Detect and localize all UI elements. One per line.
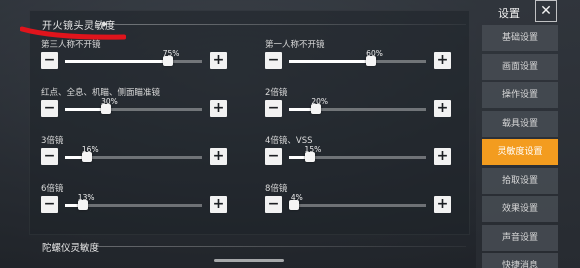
slider-fill: [289, 60, 372, 63]
sensitivity-setting: 4倍镜、VSS −15% +: [265, 134, 455, 174]
sensitivity-setting: 第一人称不开镜 − 60% +: [265, 38, 455, 78]
slider-percent: 16%: [81, 145, 99, 154]
sensitivity-setting: 红点、全息、机瞄、侧面瞄准镜 −30% +: [41, 86, 231, 126]
gyro-section-title: 陀螺仪灵敏度: [42, 243, 100, 254]
sensitivity-setting: 2倍镜 − 20% +: [265, 86, 455, 126]
setting-label: 3倍镜: [41, 136, 64, 146]
setting-label: 6倍镜: [41, 184, 64, 194]
increase-button[interactable]: +: [434, 52, 451, 69]
slider-percent: 30%: [101, 97, 118, 106]
nav-item[interactable]: 拾取设置: [482, 167, 558, 194]
slider-fill: [65, 60, 168, 63]
setting-label: 2倍镜: [265, 88, 288, 98]
decrease-button[interactable]: −: [265, 196, 282, 213]
sensitivity-slider[interactable]: [289, 104, 426, 114]
nav-item[interactable]: 载具设置: [482, 110, 558, 137]
nav-item[interactable]: 画面设置: [482, 53, 558, 80]
decrease-button[interactable]: −: [41, 52, 58, 69]
nav-title: 设置: [498, 7, 520, 20]
sensitivity-slider[interactable]: [289, 200, 426, 210]
sensitivity-slider[interactable]: [65, 152, 202, 162]
nav-item[interactable]: 声音设置: [482, 224, 558, 251]
decrease-button[interactable]: −: [265, 148, 282, 165]
decrease-button[interactable]: −: [41, 196, 58, 213]
decrease-button[interactable]: −: [265, 52, 282, 69]
slider-percent: 13%: [77, 193, 95, 202]
nav-item[interactable]: 快捷消息: [482, 253, 558, 268]
gyro-section-divider: [96, 246, 466, 247]
scroll-indicator[interactable]: [214, 259, 284, 262]
nav-item[interactable]: 基础设置: [482, 25, 558, 51]
sensitivity-setting: 第三人称不开镜 − 75% +: [41, 38, 231, 78]
increase-button[interactable]: +: [434, 100, 451, 117]
slider-percent: 4%: [290, 193, 303, 202]
slider-fill: [65, 108, 107, 111]
slider-percent: 15%: [304, 145, 322, 154]
slider-percent: 60%: [366, 49, 383, 58]
increase-button[interactable]: +: [210, 196, 227, 213]
increase-button[interactable]: +: [434, 148, 451, 165]
setting-label: 8倍镜: [265, 184, 288, 194]
setting-label: 第一人称不开镜: [265, 40, 325, 50]
nav-item[interactable]: 效果设置: [482, 196, 558, 222]
slider-percent: 20%: [311, 97, 329, 106]
sensitivity-slider[interactable]: [65, 104, 202, 114]
sensitivity-setting: 8倍镜 −4% +: [265, 182, 455, 222]
close-button[interactable]: ✕: [535, 0, 557, 22]
increase-button[interactable]: +: [210, 100, 227, 117]
section-divider: [104, 24, 466, 25]
sensitivity-slider[interactable]: [65, 200, 202, 210]
sensitivity-setting: 6倍镜 − 13% +: [41, 182, 231, 222]
decrease-button[interactable]: −: [265, 100, 282, 117]
sensitivity-slider[interactable]: [65, 56, 202, 66]
sensitivity-setting: 3倍镜 − 16% +: [41, 134, 231, 174]
nav-item[interactable]: 灵敏度设置: [482, 139, 558, 165]
setting-label: 第三人称不开镜: [41, 40, 101, 50]
increase-button[interactable]: +: [210, 52, 227, 69]
nav-item[interactable]: 操作设置: [482, 82, 558, 108]
decrease-button[interactable]: −: [41, 100, 58, 117]
slider-percent: 75%: [162, 49, 180, 58]
decrease-button[interactable]: −: [41, 148, 58, 165]
increase-button[interactable]: +: [210, 148, 227, 165]
settings-nav: 设置 ✕ 基础设置 画面设置 操作设置 载具设置 灵敏度设置 拾取设置 效果设置 声音设置快捷…: [476, 0, 580, 268]
sensitivity-slider[interactable]: [289, 56, 426, 66]
increase-button[interactable]: +: [434, 196, 451, 213]
sensitivity-slider[interactable]: [289, 152, 426, 162]
